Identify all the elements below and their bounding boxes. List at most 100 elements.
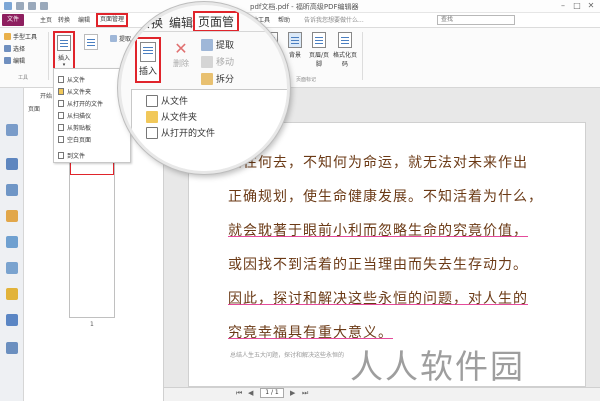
- hand-tool-button[interactable]: 手型工具: [4, 32, 37, 41]
- magnifier-callout: 转换 编辑 页面管 插入 ✕ 删除 提取 移动 拆分 从文件 从文件夹 从打开的…: [118, 2, 290, 174]
- menu-item-from-folder[interactable]: 从文件夹: [58, 87, 91, 96]
- menu-item-to-file[interactable]: 到文件: [58, 151, 85, 160]
- menu-item-from-file[interactable]: 从文件: [58, 75, 85, 84]
- text-line-5: 因此，探讨和解决这些永恒的问题，对人生的: [228, 291, 528, 307]
- insert-button[interactable]: 插入 ▾: [53, 31, 75, 71]
- text-line-3: 就会耽著于眼前小利而忽略生命的究竟价值，: [228, 223, 528, 239]
- background-button[interactable]: 背景: [284, 32, 306, 59]
- to-file-icon: [58, 152, 64, 159]
- clipboard-icon: [58, 124, 64, 131]
- insert-page-icon: [57, 35, 71, 51]
- prev-page-icon[interactable]: ◀: [248, 389, 253, 397]
- menu-bar: 文件 主页 转换 编辑 页面管理 保护 共享 辅助工具 帮助 告诉我您想要做什么…: [0, 13, 600, 28]
- minimize-icon[interactable]: –: [556, 1, 570, 11]
- text-line-4: 或因找不到活着的正当理由而失去生存动力。: [228, 257, 528, 273]
- mag-extract-icon: [201, 38, 213, 51]
- menu-edit[interactable]: 编辑: [78, 15, 90, 24]
- attachment-icon[interactable]: [6, 236, 18, 248]
- watermark-text: 人人软件园: [350, 347, 525, 386]
- restore-icon[interactable]: □: [570, 1, 584, 11]
- mag-split-icon: [201, 72, 213, 85]
- blank-page-icon: [58, 136, 64, 143]
- mag-item-from-open-file: 从打开的文件: [146, 126, 215, 139]
- page-thumbnail[interactable]: [69, 154, 115, 318]
- folder-icon: [58, 88, 64, 95]
- signature-icon[interactable]: [6, 262, 18, 274]
- mag-open-file-icon: [146, 126, 158, 139]
- edit-tool-button[interactable]: 编辑: [4, 56, 25, 65]
- hand-icon: [4, 33, 11, 40]
- mag-menu-convert: 转换: [139, 16, 164, 30]
- mag-insert-button: 插入: [135, 37, 161, 83]
- page-mark-group-label: 页面标记: [296, 77, 317, 83]
- mag-delete-button: ✕ 删除: [173, 39, 189, 68]
- page-number-input[interactable]: 1 / 1: [260, 388, 284, 398]
- text-line-2: 正确规划，使生命健康发展。不知活着为什么，: [228, 189, 543, 205]
- tell-me-hint[interactable]: 告诉我您想要做什么...: [304, 15, 364, 24]
- select-tool-button[interactable]: 选择: [4, 44, 25, 53]
- lock-icon[interactable]: [6, 288, 18, 300]
- tools-group-label: 工具: [18, 75, 29, 81]
- header-footer-button[interactable]: 页眉/页脚: [306, 32, 332, 68]
- edit-icon: [4, 57, 11, 64]
- first-page-icon[interactable]: ⏮: [236, 389, 242, 398]
- undo-icon[interactable]: [28, 2, 36, 10]
- mag-insert-icon: [140, 42, 156, 62]
- save-icon[interactable]: [16, 2, 24, 10]
- quick-access-toolbar: [4, 2, 60, 11]
- mag-folder-icon: [146, 110, 158, 123]
- file-icon: [58, 76, 64, 83]
- menu-convert[interactable]: 转换: [58, 15, 70, 24]
- status-bar: [164, 387, 600, 401]
- tab-pages[interactable]: 页面: [28, 104, 40, 113]
- mag-extract-button: 提取: [201, 38, 234, 51]
- tools-icon[interactable]: [6, 342, 18, 354]
- ribbon-separator: [48, 32, 49, 80]
- page-number-icon: [338, 32, 352, 48]
- mag-move-button: 移动: [201, 55, 234, 68]
- cursor-icon: [4, 45, 11, 52]
- redo-icon[interactable]: [40, 2, 48, 10]
- menu-item-blank-page[interactable]: 空白页面: [58, 135, 91, 144]
- mag-item-from-folder: 从文件夹: [146, 110, 197, 123]
- delete-page-icon: [84, 34, 98, 50]
- header-footer-icon: [312, 32, 326, 48]
- comments-icon[interactable]: [6, 210, 18, 222]
- extract-icon: [110, 35, 117, 42]
- mag-delete-icon: ✕: [174, 39, 188, 58]
- delete-button[interactable]: [80, 34, 102, 52]
- app-logo-icon: [4, 2, 12, 10]
- menu-file[interactable]: 文件: [2, 14, 24, 26]
- last-page-icon[interactable]: ⏭: [302, 389, 308, 398]
- mag-move-icon: [201, 55, 213, 68]
- text-line-6: 究竟幸福具有重大意义。: [228, 325, 393, 341]
- search-input[interactable]: 查找: [437, 15, 515, 25]
- thumbnail-page-number: 1: [90, 321, 94, 328]
- title-bar: pdf文档.pdf - 福昕高级PDF编辑器 – □ ✕: [0, 0, 600, 13]
- left-sidebar: [0, 88, 24, 401]
- menu-item-from-scanner[interactable]: 从扫描仪: [58, 111, 91, 120]
- mag-menu-edit: 编辑: [169, 16, 194, 30]
- bookmark-icon[interactable]: [6, 124, 18, 136]
- mag-split-button: 拆分: [201, 72, 234, 85]
- mag-divider: [121, 31, 287, 32]
- layout-icon[interactable]: [6, 314, 18, 326]
- mag-menu-page-management: 页面管: [193, 11, 240, 32]
- close-icon[interactable]: ✕: [584, 1, 598, 11]
- mag-file-icon: [146, 94, 158, 107]
- scanner-icon: [58, 112, 64, 119]
- menu-home[interactable]: 主页: [40, 15, 52, 24]
- mag-item-from-file: 从文件: [146, 94, 188, 107]
- pages-icon[interactable]: [6, 158, 18, 170]
- mag-dropdown: 从文件 从文件夹 从打开的文件: [131, 89, 287, 171]
- caption-text: 总结人生五大问题，探讨和解决这些永恒的: [230, 352, 345, 359]
- menu-item-from-open-file[interactable]: 从打开的文件: [58, 99, 103, 108]
- next-page-icon[interactable]: ▶: [290, 389, 295, 397]
- format-page-number-button[interactable]: 格式化页码: [332, 32, 358, 68]
- tab-start[interactable]: 开始: [40, 91, 52, 100]
- layers-icon[interactable]: [6, 184, 18, 196]
- open-file-icon: [58, 100, 64, 107]
- ribbon-separator: [362, 32, 363, 80]
- menu-item-from-clipboard[interactable]: 从剪贴板: [58, 123, 91, 132]
- background-icon: [288, 32, 302, 48]
